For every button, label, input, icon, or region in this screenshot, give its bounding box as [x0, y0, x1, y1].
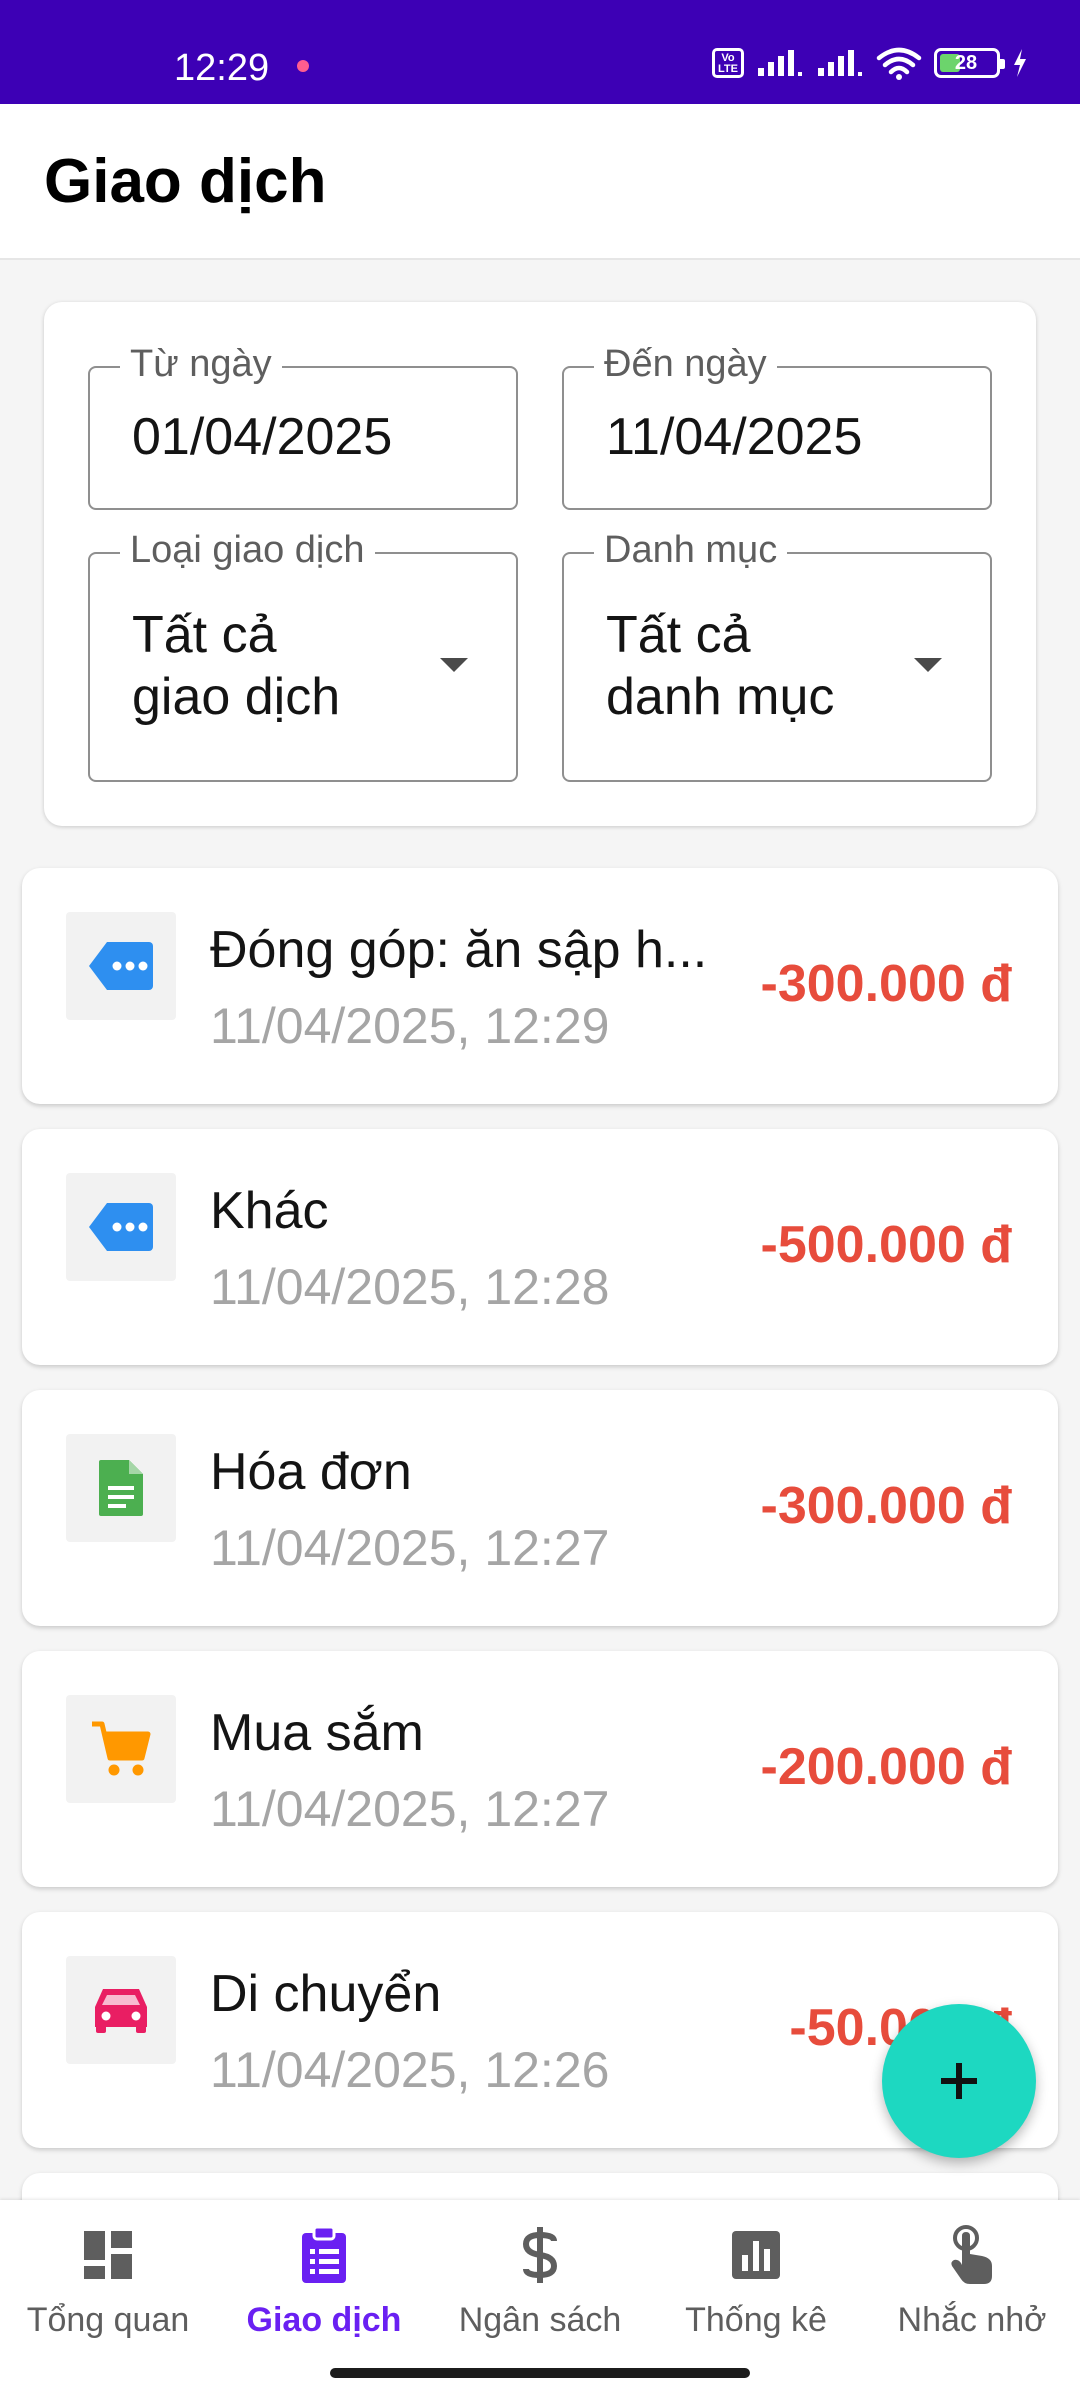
category-icon-box [66, 912, 176, 1020]
nav-label-transactions: Giao dịch [246, 2301, 402, 2339]
category-value-line1: Tất cả [606, 606, 751, 664]
cart-icon [92, 1721, 151, 1776]
transaction-type-value-line2: giao dịch [132, 668, 341, 726]
page-title: Giao dịch [44, 147, 327, 216]
from-date-label: Từ ngày [120, 342, 282, 386]
charging-icon [1014, 49, 1026, 77]
bar-chart-icon [725, 2224, 787, 2286]
transaction-item[interactable]: Mua sắm 11/04/2025, 12:27 -200.000 đ [22, 1651, 1058, 1887]
tag-more-icon [89, 942, 153, 990]
transaction-type-dropdown[interactable]: Loại giao dịch Tất cả giao dịch [88, 528, 518, 782]
to-date-value: 11/04/2025 [606, 408, 863, 466]
signal-icon-2 [818, 50, 862, 76]
transaction-title: Mua sắm [210, 1704, 424, 1762]
battery-level: 28 [954, 52, 978, 74]
car-icon [95, 1989, 147, 2033]
add-transaction-button[interactable] [882, 2004, 1036, 2158]
home-indicator[interactable] [330, 2368, 750, 2378]
transaction-item[interactable]: Hóa đơn 11/04/2025, 12:27 -300.000 đ [22, 1390, 1058, 1626]
status-bar: 12:29 Vo LTE 28 [0, 0, 1080, 104]
to-date-field[interactable]: Đến ngày 11/04/2025 [562, 342, 992, 510]
filter-card: Từ ngày 01/04/2025 Đến ngày 11/04/2025 L… [44, 302, 1036, 826]
nav-item-overview[interactable]: Tổng quan [0, 2200, 216, 2400]
battery-icon: 28 [934, 48, 1005, 78]
transaction-type-label: Loại giao dịch [120, 528, 375, 572]
plus-icon [941, 2063, 977, 2099]
status-time: 12:29 [174, 47, 270, 89]
transaction-date: 11/04/2025, 12:27 [210, 1520, 610, 1576]
nav-item-reminders[interactable]: Nhắc nhở [864, 2200, 1080, 2400]
transaction-title: Đóng góp: ăn sập h... [210, 921, 708, 979]
nav-label-overview: Tổng quan [26, 2301, 190, 2339]
transaction-date: 11/04/2025, 12:26 [210, 2042, 610, 2098]
volte-icon: Vo LTE [712, 48, 744, 78]
receipt-icon [99, 1460, 143, 1516]
category-icon-box [66, 1695, 176, 1803]
signal-icon [758, 50, 802, 76]
chevron-down-icon [440, 658, 468, 672]
transaction-item[interactable]: Đóng góp: ăn sập h... 11/04/2025, 12:29 … [22, 868, 1058, 1104]
transaction-item[interactable]: Khác 11/04/2025, 12:28 -500.000 đ [22, 1129, 1058, 1365]
to-date-label: Đến ngày [594, 342, 777, 386]
category-label: Danh mục [594, 528, 788, 572]
transaction-date: 11/04/2025, 12:28 [210, 1259, 610, 1315]
transaction-title: Di chuyển [210, 1965, 442, 2023]
transaction-type-value-line1: Tất cả [132, 606, 277, 664]
transaction-date: 11/04/2025, 12:27 [210, 1781, 610, 1837]
from-date-field[interactable]: Từ ngày 01/04/2025 [88, 342, 518, 510]
nav-label-budget: Ngân sách [458, 2301, 622, 2339]
tag-more-icon [89, 1203, 153, 1251]
chevron-down-icon [914, 658, 942, 672]
notification-dot-icon [297, 60, 309, 72]
transaction-title: Khác [210, 1182, 329, 1240]
tap-icon [941, 2224, 1003, 2286]
category-icon-box [66, 1173, 176, 1281]
transaction-amount: -200.000 đ [760, 1738, 1013, 1796]
transaction-title: Hóa đơn [210, 1443, 412, 1501]
from-date-value: 01/04/2025 [132, 408, 393, 466]
category-dropdown[interactable]: Danh mục Tất cả danh mục [562, 528, 992, 782]
transaction-amount: -300.000 đ [760, 1477, 1013, 1535]
wifi-icon [876, 47, 922, 80]
status-icons: Vo LTE 28 [712, 46, 1028, 80]
transaction-date: 11/04/2025, 12:29 [210, 998, 610, 1054]
transaction-amount: -300.000 đ [760, 955, 1013, 1013]
app-bar: Giao dịch [0, 104, 1080, 260]
category-icon-box [66, 1956, 176, 2064]
clipboard-list-icon [293, 2224, 355, 2286]
nav-label-reminders: Nhắc nhở [897, 2301, 1047, 2339]
dashboard-icon [77, 2224, 139, 2286]
category-value-line2: danh mục [606, 668, 835, 726]
category-icon-box [66, 1434, 176, 1542]
dollar-icon [509, 2224, 571, 2286]
nav-label-statistics: Thống kê [685, 2301, 827, 2339]
transaction-amount: -500.000 đ [760, 1216, 1013, 1274]
